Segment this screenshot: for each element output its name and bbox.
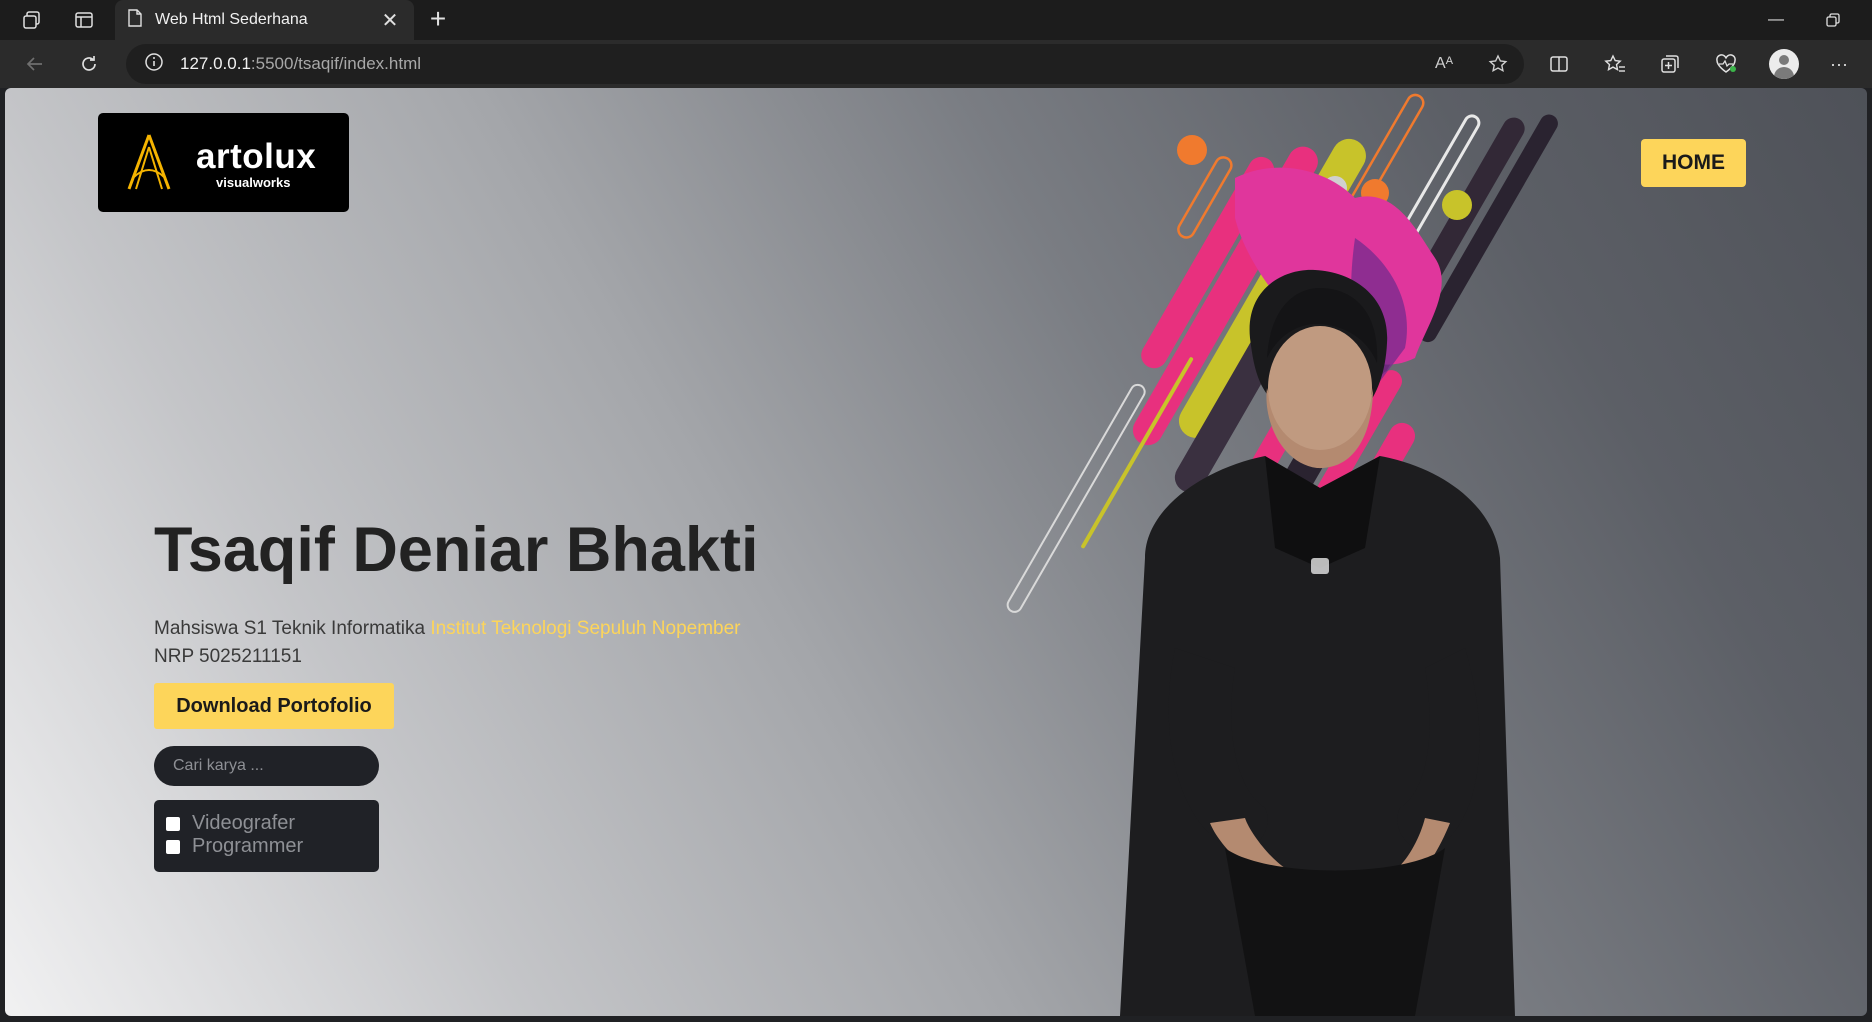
filter-label: Programmer	[192, 835, 304, 857]
videografer-checkbox[interactable]	[166, 816, 180, 831]
hero-program-line: Mahsiswa S1 Teknik Informatika Institut …	[154, 618, 741, 639]
minimize-icon[interactable]: —	[1758, 6, 1794, 34]
browser-essentials-icon[interactable]	[1712, 50, 1740, 78]
download-portfolio-button[interactable]: Download Portofolio	[154, 683, 394, 729]
url-field[interactable]: 127.0.0.1:5500/tsaqif/index.html Aᴬ	[126, 44, 1524, 84]
address-bar: 127.0.0.1:5500/tsaqif/index.html Aᴬ ···	[0, 40, 1872, 88]
search-input[interactable]	[154, 746, 379, 786]
split-screen-icon[interactable]	[1545, 50, 1573, 78]
browser-tab[interactable]: Web Html Sederhana ✕	[115, 0, 414, 40]
programmer-checkbox[interactable]	[166, 839, 180, 854]
new-tab-icon[interactable]: +	[424, 5, 452, 34]
tab-bar: Web Html Sederhana ✕ + —	[0, 0, 1872, 40]
hero-artwork	[1006, 93, 1558, 1016]
profile-avatar[interactable]	[1769, 49, 1799, 79]
favorite-star-icon[interactable]	[1486, 52, 1510, 76]
hero-name: Tsaqif Deniar Bhakti	[154, 515, 759, 585]
home-button[interactable]: HOME	[1641, 139, 1746, 187]
workspaces-icon[interactable]	[20, 8, 44, 32]
page-viewport: artolux visualworks HOME Tsaqif Deniar B…	[5, 88, 1867, 1016]
hero-nrp: NRP 5025211151	[154, 646, 302, 667]
logo-mark-icon	[127, 134, 171, 190]
more-menu-icon[interactable]: ···	[1825, 50, 1853, 78]
role-filter-box: Videografer Programmer	[154, 800, 379, 872]
institution-link[interactable]: Institut Teknologi Sepuluh Nopember	[430, 618, 740, 639]
hero-description: Mahsiswa S1 Teknik Informatika Institut …	[154, 615, 741, 671]
filter-label: Videografer	[192, 812, 296, 834]
filter-programmer[interactable]: Programmer	[166, 835, 379, 858]
url-text: 127.0.0.1:5500/tsaqif/index.html	[180, 54, 422, 73]
page-icon	[127, 8, 143, 32]
collections-icon[interactable]	[1656, 50, 1684, 78]
back-icon[interactable]	[21, 50, 49, 78]
logo-tagline: visualworks	[216, 175, 291, 190]
refresh-icon[interactable]	[75, 50, 103, 78]
favorites-icon[interactable]	[1601, 50, 1629, 78]
tab-actions-icon[interactable]	[72, 8, 96, 32]
tab-title: Web Html Sederhana	[155, 11, 308, 28]
close-tab-icon[interactable]: ✕	[378, 8, 402, 33]
read-aloud-icon[interactable]: Aᴬ	[1432, 52, 1456, 76]
site-info-icon[interactable]	[144, 52, 164, 77]
filter-videografer[interactable]: Videografer	[166, 812, 379, 835]
restore-icon[interactable]	[1815, 6, 1851, 34]
brand-logo[interactable]: artolux visualworks	[98, 113, 349, 212]
logo-wordmark: artolux	[196, 137, 317, 176]
